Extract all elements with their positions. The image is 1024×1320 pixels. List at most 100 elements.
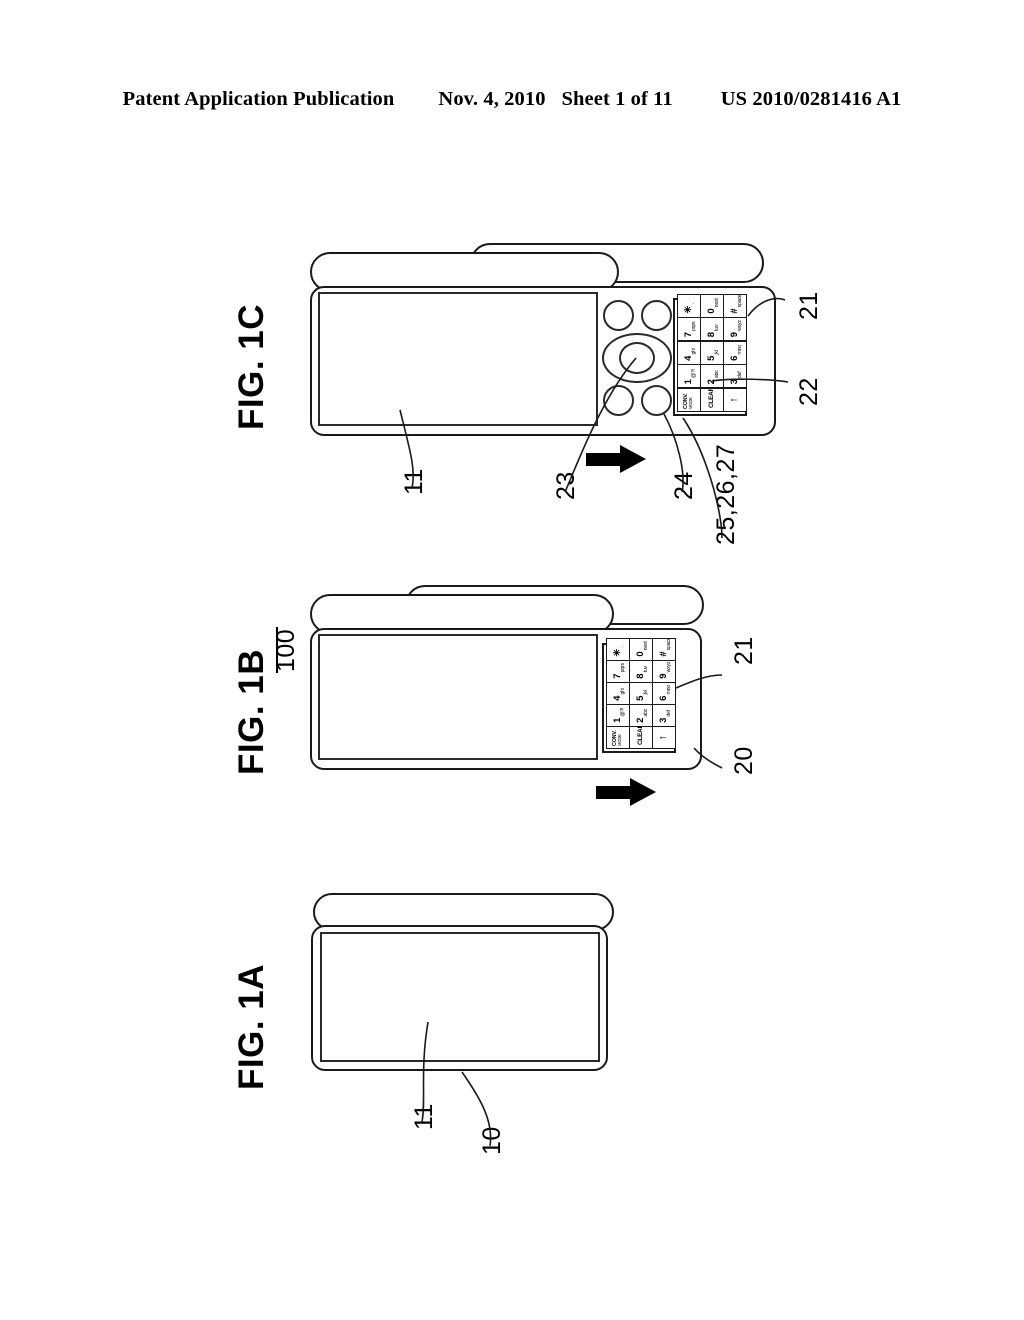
page-header: Patent Application Publication Nov. 4, 2… [0,88,1024,111]
fig1c-key-bottom-left[interactable] [603,385,634,416]
fig1b-keypad-grid[interactable]: CONV. MODE 1 @?! 4 ghi 7 pqrs ✳ · CLEAR 2 abc 5 jkl 8 tu… [606,638,676,749]
fig1b-ref-21: 21 [730,636,758,665]
key-main-label: ↑ [728,397,741,403]
key-main-label: 7 [612,673,623,679]
fig1b-key-0[interactable]: 0 next [630,639,652,660]
figure-1a-label: FIG. 1A [232,963,271,1090]
fig1a-ref-10: 10 [478,1126,506,1155]
fig1c-ref-21: 21 [795,291,823,320]
fig1b-key-1[interactable]: 1 @?! [607,705,629,726]
key-main-label: ↑ [657,735,670,741]
key-main-label: 8 [635,673,647,679]
fig1c-key-9[interactable]: 9 wxyz [724,318,746,341]
fig1c-ref-24: 24 [670,471,698,500]
key-main-label: 1 [612,717,623,723]
header-date: Nov. 4, 2010 [438,88,546,110]
key-sub-label: space [737,294,744,308]
fig1c-keypad-grid[interactable]: CONV. MODE 1 @?! 4 ghi 7 pqrs ✳ · CLEAR 2 abc 5 jkl 8 tu… [677,293,747,412]
key-sub-label: tuv [643,666,650,673]
key-sub-label: def [737,371,744,379]
fig1b-key-[interactable]: # space [653,639,675,660]
fig1c-key-7[interactable]: 7 pqrs [678,318,700,341]
key-main-label: ✳ [612,648,623,657]
key-sub-label: · [691,303,698,305]
key-sub-label: @?! [691,369,698,379]
fig1b-key-[interactable]: ↑ [653,727,675,748]
key-main-label: CLEAR [636,727,644,746]
fig1c-ref-22: 22 [795,377,823,406]
fig1c-ref-23: 23 [552,471,580,500]
key-sub-label: @?! [620,707,627,717]
fig1c-key-top-right[interactable] [641,300,672,331]
key-main-label: 6 [729,355,741,361]
key-main-label: 5 [635,695,647,701]
fig1c-key-2[interactable]: 2 abc [701,365,723,388]
key-sub-label: ghi [691,348,698,355]
fig1c-display [318,292,598,426]
key-sub-label: mno [666,685,673,695]
key-main-label: 9 [658,673,670,679]
header-sheet: Sheet 1 of 11 [561,88,673,110]
fig1c-key-4[interactable]: 4 ghi [678,341,700,364]
key-main-label: 2 [635,717,647,723]
fig1c-key-[interactable]: # space [724,294,746,317]
key-main-label: # [658,651,670,657]
fig1b-key-4[interactable]: 4 ghi [607,683,629,704]
figure-1b-label: FIG. 1B [232,648,271,775]
fig1c-key-0[interactable]: 0 next [701,294,723,317]
key-sub-label: pqrs [620,663,627,673]
fig1b-key-clear[interactable]: CLEAR [630,727,652,748]
fig1b-key-2[interactable]: 2 abc [630,705,652,726]
fig1b-key-[interactable]: ✳ · [607,639,629,660]
fig1c-key-[interactable]: ✳ · [678,294,700,317]
key-main-label: 6 [658,695,670,701]
key-sub-label: abc [714,370,721,379]
key-main-label: 3 [658,717,670,723]
key-main-label: 9 [729,331,741,338]
key-main-label: 2 [706,379,718,385]
key-sub-label: next [643,641,650,651]
fig1c-key-conv[interactable]: CONV. MODE [678,389,700,411]
key-main-label: 0 [635,651,647,657]
fig1b-key-6[interactable]: 6 mno [653,683,675,704]
fig1c-key-clear[interactable]: CLEAR [701,389,723,411]
fig1c-key-[interactable]: ↑ [724,389,746,411]
fig1b-display [318,634,598,760]
key-sub-label: jkl [643,690,650,695]
key-main-label: 7 [683,331,694,338]
fig1c-key-1[interactable]: 1 @?! [678,365,700,388]
key-sub-label: next [714,298,721,308]
fig1c-key-5[interactable]: 5 jkl [701,341,723,364]
key-main-label: 1 [683,379,694,385]
key-sub-label: tuv [714,324,721,331]
key-main-label: 0 [706,308,718,314]
key-sub-label: MODE [688,397,694,409]
fig1c-key-top-left[interactable] [603,300,634,331]
key-main-label: CLEAR [707,389,715,408]
fig1b-key-8[interactable]: 8 tuv [630,661,652,682]
key-sub-label: mno [737,345,744,355]
fig1c-ref-11: 11 [400,468,428,495]
fig1b-key-conv[interactable]: CONV. MODE [607,727,629,748]
fig1c-key-8[interactable]: 8 tuv [701,318,723,341]
fig1c-key-bottom-right[interactable] [641,385,672,416]
fig1a-ref-11: 11 [410,1103,438,1130]
figure-1c-label: FIG. 1C [232,303,271,430]
key-sub-label: def [666,709,673,717]
key-main-label: # [729,308,741,314]
fig1c-key-6[interactable]: 6 mno [724,341,746,364]
key-sub-label: MODE [617,734,623,746]
fig1b-key-3[interactable]: 3 def [653,705,675,726]
fig1b-key-7[interactable]: 7 pqrs [607,661,629,682]
key-sub-label: ghi [620,688,627,695]
fig1b-key-5[interactable]: 5 jkl [630,683,652,704]
key-main-label: 3 [729,379,741,385]
fig1b-key-9[interactable]: 9 wxyz [653,661,675,682]
key-main-label: 5 [706,355,718,361]
key-main-label: 4 [683,355,694,361]
key-sub-label: · [620,646,627,648]
fig1c-dpad-center-key[interactable] [619,342,655,374]
header-publication: Patent Application Publication [122,88,395,110]
key-sub-label: wxyz [737,320,744,331]
fig1c-key-3[interactable]: 3 def [724,365,746,388]
